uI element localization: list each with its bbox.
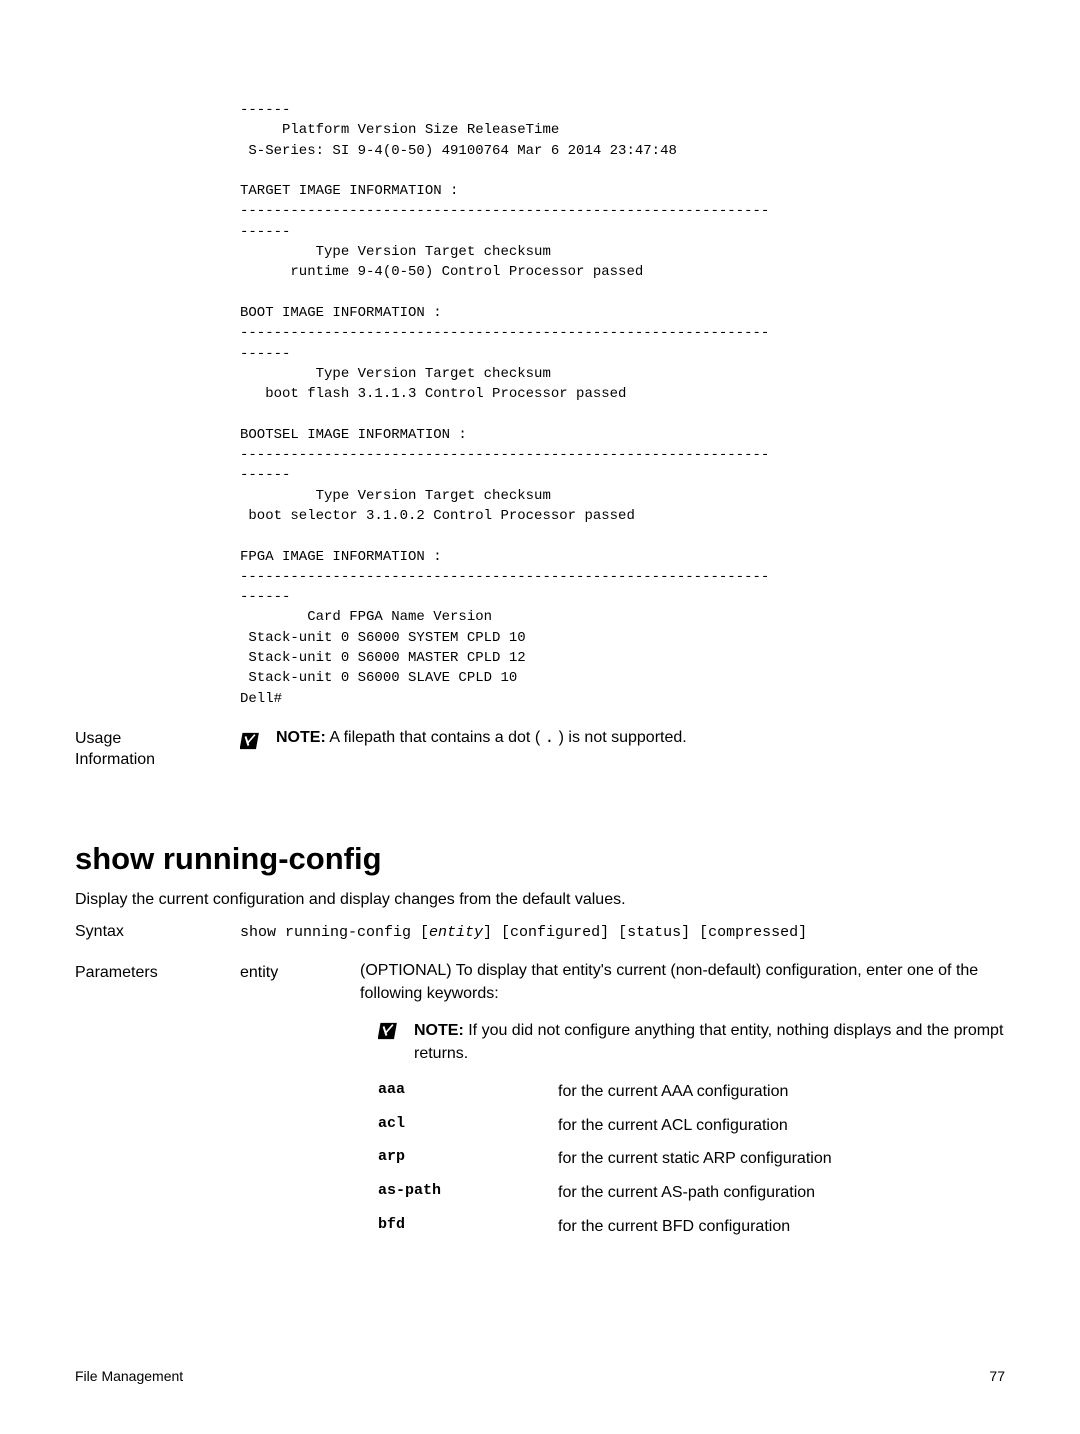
parameter-description: (OPTIONAL) To display that entity's curr… xyxy=(360,959,1005,1005)
syntax-cmd: show running-config [ xyxy=(240,924,429,941)
keyword-name: bfd xyxy=(378,1216,558,1238)
keywords-table: aaa for the current AAA configuration ac… xyxy=(378,1081,1005,1237)
usage-label: Usage Information xyxy=(75,729,240,771)
keyword-row: bfd for the current BFD configuration xyxy=(378,1216,1005,1238)
keyword-desc: for the current static ARP configuration xyxy=(558,1148,1005,1170)
usage-information-row: Usage Information NOTE: A filepath that … xyxy=(75,729,1005,771)
keyword-row: arp for the current static ARP configura… xyxy=(378,1148,1005,1170)
usage-note: NOTE: A filepath that contains a dot ( .… xyxy=(276,729,687,747)
syntax-row: Syntax show running-config [entity] [con… xyxy=(75,923,1005,941)
keyword-row: as-path for the current AS-path configur… xyxy=(378,1182,1005,1204)
syntax-code: show running-config [entity] [configured… xyxy=(240,924,807,941)
keyword-name: as-path xyxy=(378,1182,558,1204)
parameters-row: Parameters entity (OPTIONAL) To display … xyxy=(75,959,1005,1250)
usage-label-line2: Information xyxy=(75,751,155,768)
entity-label: entity xyxy=(240,959,360,982)
keyword-desc: for the current AAA configuration xyxy=(558,1081,1005,1103)
note-text-b: ) is not supported. xyxy=(554,729,687,746)
syntax-rest: ] [configured] [status] [compressed] xyxy=(483,924,807,941)
note-dot: . xyxy=(545,729,555,747)
keyword-desc: for the current BFD configuration xyxy=(558,1216,1005,1238)
code-output: ------ Platform Version Size ReleaseTime… xyxy=(240,100,1005,709)
syntax-entity: entity xyxy=(429,924,483,941)
page-footer: File Management 77 xyxy=(75,1368,1005,1384)
keyword-row: acl for the current ACL configuration xyxy=(378,1115,1005,1137)
note-icon xyxy=(378,1021,400,1041)
usage-label-line1: Usage xyxy=(75,730,121,747)
note-icon xyxy=(240,731,262,751)
param-note-text: If you did not configure anything that e… xyxy=(414,1022,1003,1062)
section-heading: show running-config xyxy=(75,841,1005,877)
note-text-a: A filepath that contains a dot ( xyxy=(326,729,545,746)
keyword-row: aaa for the current AAA configuration xyxy=(378,1081,1005,1103)
param-note-prefix: NOTE: xyxy=(414,1022,464,1039)
keyword-name: aaa xyxy=(378,1081,558,1103)
footer-left: File Management xyxy=(75,1368,183,1384)
parameter-note: NOTE: If you did not configure anything … xyxy=(378,1019,1005,1065)
note-prefix: NOTE: xyxy=(276,729,326,746)
parameters-label: Parameters xyxy=(75,959,240,982)
section-description: Display the current configuration and di… xyxy=(75,891,1005,909)
syntax-label: Syntax xyxy=(75,923,240,941)
keyword-name: arp xyxy=(378,1148,558,1170)
keyword-name: acl xyxy=(378,1115,558,1137)
keyword-desc: for the current AS-path configuration xyxy=(558,1182,1005,1204)
keyword-desc: for the current ACL configuration xyxy=(558,1115,1005,1137)
footer-right: 77 xyxy=(989,1368,1005,1384)
